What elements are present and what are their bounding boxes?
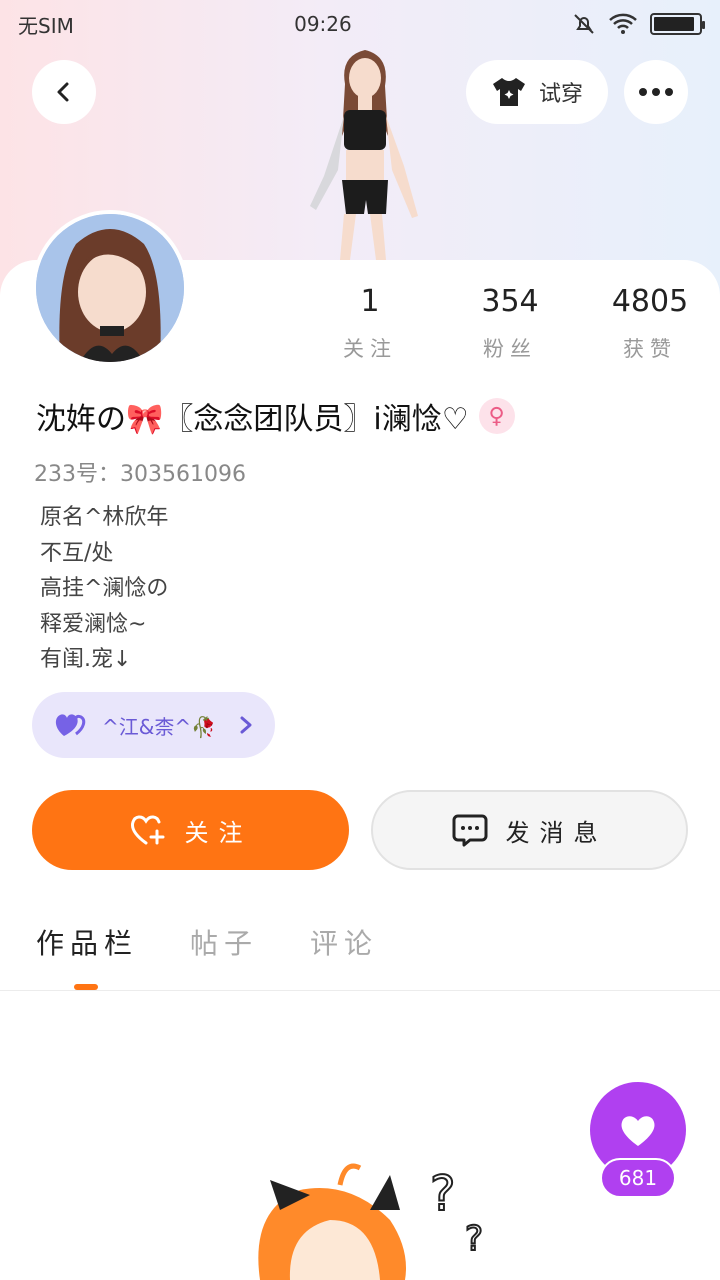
female-gender-icon: ♀ [478,398,515,434]
message-label: 发消息 [505,818,608,847]
stat-following[interactable]: 1 关注 [300,284,440,363]
battery-icon [650,13,705,35]
carrier-label: 无SIM [18,13,74,38]
bio-line: 原名^林欣年 [40,505,169,530]
mute-bell-icon [574,14,594,34]
heart-plus-icon [130,815,164,845]
wifi-icon [609,13,637,34]
like-count: 681 [600,1158,676,1198]
bio-line: 有闺.宠↓ [40,647,132,672]
bio: 原名^林欣年 不互/处 高挂^澜惗の 释爱澜惗~ 有闺.宠↓ [40,500,168,678]
follow-label: 关注 [184,818,253,847]
empty-state-illustration: ? ? [240,1150,520,1280]
avatar[interactable] [32,210,188,366]
double-heart-icon [55,714,86,736]
tab-posts[interactable]: 帖子 [190,922,258,962]
bio-line: 高挂^澜惗の [40,576,169,601]
nickname: 沈姩の🎀〖念念团队员〗i澜惗♡ [36,402,469,437]
stat-label: 关注 [343,337,397,361]
chevron-left-icon [57,82,69,102]
stat-fans[interactable]: 354 粉丝 [440,284,580,363]
chevron-right-icon [240,716,252,734]
status-icons [572,12,705,36]
more-button[interactable] [624,60,688,124]
tab-divider [0,990,720,991]
stats-row: 1 关注 354 粉丝 4805 获赞 [300,284,720,363]
tryon-button[interactable]: 试穿 [466,60,608,124]
stat-value: 354 [481,284,539,319]
time-label: 09:26 [294,12,352,36]
tab-bar: 作品栏 帖子 评论 [36,922,378,990]
user-id: 233号：303561096 [34,462,246,487]
svg-text:?: ? [430,1166,455,1222]
stat-value: 1 [360,284,380,319]
chat-bubble-icon [452,814,487,847]
tab-comments[interactable]: 评论 [310,922,378,962]
follow-button[interactable]: 关注 [32,790,349,870]
bio-line: 不互/处 [40,540,114,566]
stat-label: 获赞 [623,337,677,361]
tryon-label: 试穿 [538,82,583,107]
stat-value: 4805 [611,284,689,319]
heart-icon [621,1116,655,1146]
fan-tag-label: ^江&柰^🥀 [102,714,217,739]
tshirt-icon [492,78,525,106]
message-button[interactable]: 发消息 [371,790,688,870]
bio-line: 释爱澜惗~ [40,611,147,637]
status-bar: 无SIM 09:26 [0,0,720,48]
avatar-3d-figure [290,46,440,260]
more-dots-icon [639,88,673,96]
fan-tag[interactable]: ^江&柰^🥀 [32,692,275,758]
svg-text:?: ? [465,1219,483,1259]
nickname-row: 沈姩の🎀〖念念团队员〗i澜惗♡ ♀ [36,394,515,438]
back-button[interactable] [32,60,96,124]
stat-likes[interactable]: 4805 获赞 [580,284,720,363]
tab-works[interactable]: 作品栏 [36,922,138,990]
stat-label: 粉丝 [483,337,537,361]
